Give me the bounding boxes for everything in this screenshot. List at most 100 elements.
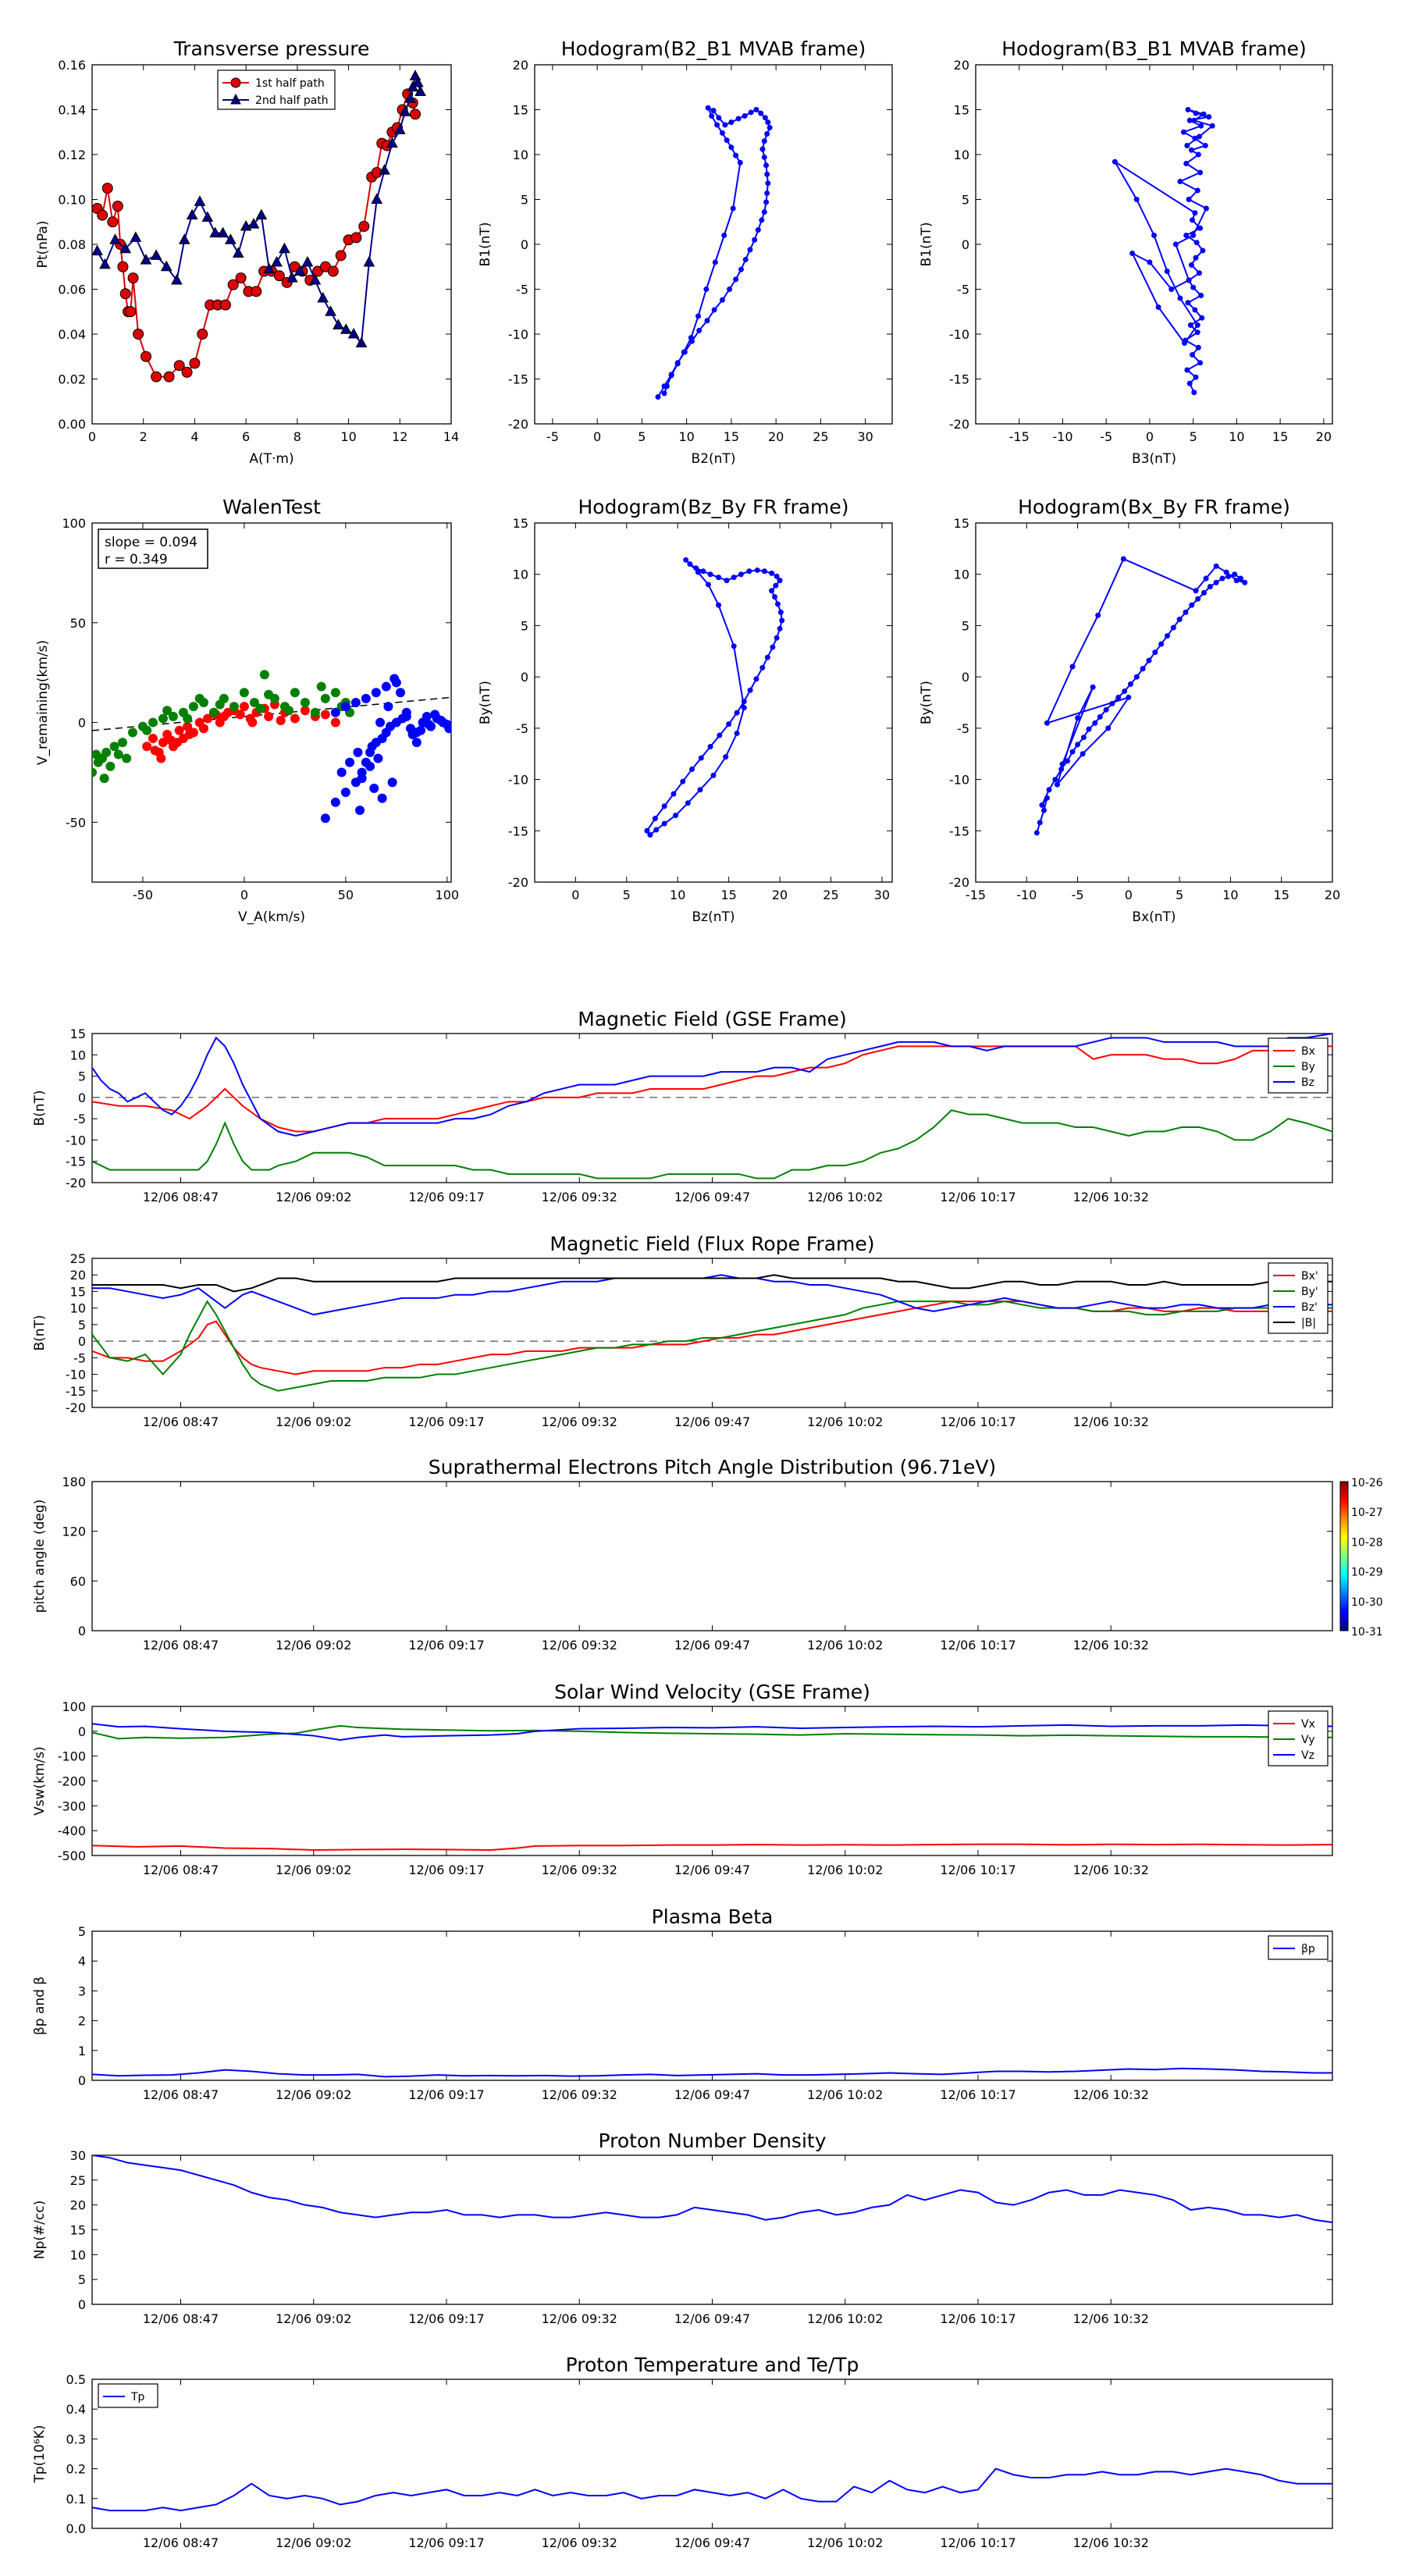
- data-point: [142, 742, 152, 752]
- colorbar-label: 10-30: [1351, 1596, 1383, 1609]
- data-point: [1069, 664, 1076, 670]
- data-point: [1075, 715, 1081, 721]
- y-tick-label: 20: [954, 58, 969, 73]
- x-tick-label: 12/06 09:32: [542, 2311, 617, 2326]
- x-tick-label: 0: [593, 429, 601, 444]
- data-point: [777, 625, 783, 632]
- y-tick-label: 0.4: [66, 2402, 86, 2417]
- data-point: [1080, 751, 1086, 757]
- y-tick-label: -10: [66, 1133, 86, 1147]
- y-tick-label: 0: [521, 670, 528, 685]
- x-tick-label: 12/06 09:47: [674, 2087, 750, 2102]
- data-point: [1105, 725, 1112, 731]
- pad-frame: [91, 1481, 1333, 1631]
- y-tick-label: -15: [949, 824, 969, 838]
- data-point: [1170, 624, 1176, 631]
- data-point: [140, 350, 151, 362]
- data-point: [99, 774, 109, 784]
- data-point: [330, 688, 340, 698]
- y-axis-label: Tp(10⁶K): [32, 2425, 48, 2483]
- data-point: [317, 291, 329, 303]
- legend-label: Bz': [1301, 1301, 1318, 1314]
- data-point: [330, 707, 340, 717]
- x-tick-label: 12/06 10:02: [807, 1190, 883, 1204]
- y-tick-label: 0.04: [58, 327, 86, 342]
- data-point: [700, 568, 706, 575]
- y-tick-label: 0: [78, 1724, 86, 1739]
- y-tick-label: 30: [70, 2148, 86, 2163]
- x-tick-label: 12/06 10:02: [807, 1638, 883, 1653]
- x-tick-label: 5: [1190, 429, 1197, 444]
- y-axis-label: B(nT): [32, 1315, 48, 1350]
- data-point: [1109, 700, 1115, 706]
- y-tick-label: 4: [78, 1954, 86, 1969]
- x-axis-label: B3(nT): [1132, 451, 1176, 467]
- data-point: [724, 578, 730, 584]
- data-point: [1198, 293, 1204, 299]
- data-point: [357, 774, 367, 784]
- data-point: [1164, 633, 1170, 639]
- data-point: [770, 644, 776, 650]
- x-tick-label: 12/06 10:32: [1073, 2535, 1149, 2550]
- data-point: [377, 793, 387, 803]
- y-tick-label: 15: [70, 1026, 86, 1041]
- data-point: [764, 131, 770, 137]
- data-point: [674, 361, 681, 367]
- data-point: [1120, 556, 1126, 562]
- y-tick-label: -400: [58, 1823, 86, 1838]
- legend-label: Vy: [1301, 1734, 1315, 1746]
- legend-label: Tp: [130, 2391, 145, 2403]
- data-point: [763, 162, 770, 169]
- y-tick-label: 0: [78, 1624, 86, 1638]
- data-point: [259, 670, 269, 680]
- data-point: [316, 681, 326, 692]
- data-point: [320, 693, 330, 703]
- y-tick-label: 20: [70, 1268, 86, 1283]
- data-point: [1198, 123, 1204, 129]
- data-point: [707, 744, 713, 750]
- y-axis-label: By(nT): [919, 681, 934, 724]
- data-point: [1184, 367, 1190, 373]
- data-point: [1040, 807, 1047, 813]
- x-tick-label: 12/06 09:32: [542, 1638, 617, 1653]
- chart-title: Transverse pressure: [173, 37, 370, 60]
- data-point: [742, 113, 748, 119]
- chart-title: Suprathermal Electrons Pitch Angle Distr…: [429, 1456, 996, 1478]
- x-tick-label: -10: [1052, 429, 1072, 444]
- data-point: [1223, 569, 1229, 575]
- series-line-By': [92, 1300, 1332, 1392]
- annotation-text: slope = 0.094: [105, 535, 197, 550]
- plot-area: [1112, 107, 1215, 396]
- y-tick-label: -5: [516, 721, 528, 736]
- data-point: [1126, 694, 1132, 700]
- data-point: [255, 208, 268, 220]
- y-tick-label: 5: [962, 193, 969, 208]
- hxy-frame: [975, 522, 1333, 883]
- x-tick-label: -5: [1100, 429, 1112, 444]
- data-point: [1054, 781, 1060, 788]
- data-point: [747, 687, 753, 693]
- data-point: [759, 146, 766, 152]
- data-point: [436, 716, 446, 725]
- data-point: [704, 318, 710, 324]
- legend-label: |B|: [1301, 1317, 1316, 1329]
- y-tick-label: 15: [513, 103, 528, 118]
- data-point: [239, 702, 249, 712]
- x-tick-label: 12/06 09:02: [276, 1190, 351, 1204]
- y-tick-label: -20: [949, 875, 969, 890]
- chart-title: Proton Temperature and Te/Tp: [566, 2354, 859, 2376]
- x-tick-label: 0: [571, 888, 579, 902]
- data-point: [255, 703, 265, 713]
- data-point: [186, 208, 198, 220]
- colorbar-label: 10-28: [1351, 1536, 1383, 1549]
- y-tick-label: -200: [58, 1774, 86, 1789]
- data-point: [325, 305, 336, 316]
- data-point: [215, 699, 225, 710]
- data-point: [189, 358, 201, 369]
- data-point: [1147, 259, 1153, 265]
- data-point: [371, 193, 383, 204]
- plot-area: [92, 1274, 1332, 1392]
- x-tick-label: 12/06 09:17: [408, 1863, 484, 1877]
- data-point: [201, 211, 214, 222]
- x-tick-label: 12/06 09:02: [276, 2087, 351, 2102]
